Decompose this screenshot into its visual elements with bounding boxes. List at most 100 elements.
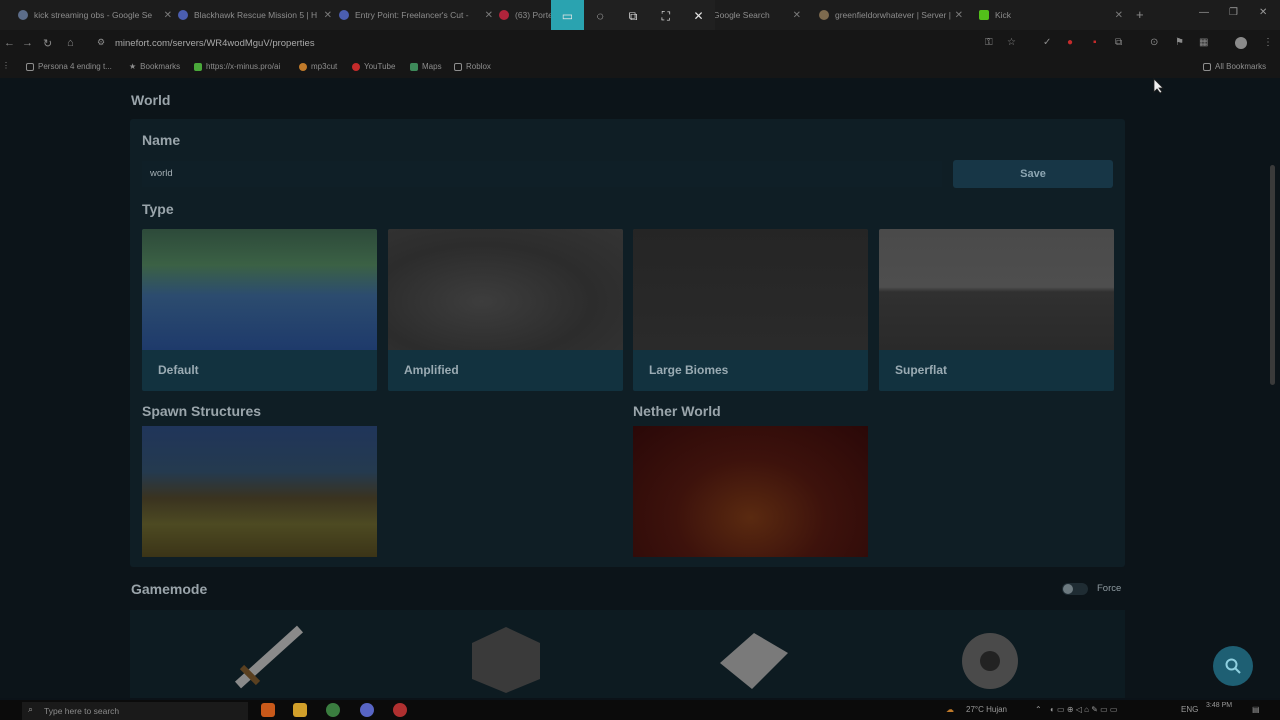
minefort-icon: [819, 10, 829, 20]
window-snip-icon[interactable]: ⧉: [617, 0, 650, 32]
close-tab-icon[interactable]: ✕: [164, 10, 172, 21]
record-extension-icon[interactable]: ●: [1067, 37, 1073, 48]
app-icon[interactable]: [393, 703, 407, 717]
world-name-input[interactable]: world: [142, 161, 942, 187]
bookmark-bookmarks[interactable]: ★ Bookmarks: [129, 62, 180, 71]
nether-world-label: Nether World: [633, 403, 721, 419]
world-type-default[interactable]: Default: [142, 229, 377, 391]
back-icon[interactable]: ←: [4, 37, 15, 49]
reload-icon[interactable]: ↻: [43, 37, 52, 50]
save-button[interactable]: Save: [953, 160, 1113, 188]
block-icon[interactable]: [466, 623, 546, 693]
clock[interactable]: 3:48 PM: [1206, 702, 1232, 709]
bookmark-persona[interactable]: Persona 4 ending t...: [26, 62, 112, 71]
restore-icon[interactable]: ❐: [1229, 7, 1238, 18]
tray-arrow-icon[interactable]: ⌃: [1035, 705, 1042, 714]
spawn-structures-toggle-image[interactable]: [142, 426, 377, 557]
weather-icon: ☁: [946, 705, 954, 714]
extension-icon-2[interactable]: ⚑: [1175, 37, 1184, 48]
bookmark-xminus[interactable]: https://x-minus.pro/ai: [194, 62, 280, 71]
menu-kebab-icon[interactable]: ⋮: [1263, 37, 1273, 48]
weather-text[interactable]: 27°C Hujan: [966, 705, 1007, 714]
notification-icon[interactable]: ▤: [1252, 705, 1260, 714]
close-tab-icon[interactable]: ✕: [793, 10, 801, 21]
all-bookmarks[interactable]: All Bookmarks: [1203, 62, 1266, 71]
default-world-image: [142, 229, 377, 350]
site-icon: [339, 10, 349, 20]
close-snip-icon[interactable]: ✕: [682, 0, 715, 32]
home-icon[interactable]: ⌂: [67, 37, 74, 49]
tab-1[interactable]: kick streaming obs - Google Se ✕: [18, 4, 176, 26]
firefox-icon[interactable]: [261, 703, 275, 717]
language-indicator[interactable]: ENG: [1181, 705, 1198, 714]
tab-3[interactable]: Entry Point: Freelancer's Cut - ✕: [339, 4, 497, 26]
url-field[interactable]: minefort.com/servers/WR4wodMguV/properti…: [115, 38, 315, 49]
large-biomes-image: [633, 229, 868, 350]
close-tab-icon[interactable]: ✕: [485, 10, 493, 21]
mouse-cursor-icon: [1153, 78, 1164, 94]
minimize-icon[interactable]: —: [1199, 7, 1209, 18]
apps-grid-icon[interactable]: ▦: [1199, 37, 1208, 48]
force-gamemode-toggle[interactable]: [1062, 583, 1088, 595]
close-tab-icon[interactable]: ✕: [1115, 10, 1123, 21]
bookmark-maps[interactable]: Maps: [410, 62, 442, 71]
apps-icon[interactable]: ⋮: [2, 61, 10, 70]
tab-6[interactable]: greenfieldorwhatever | Server | ✕: [819, 4, 967, 26]
extension-icon[interactable]: ✓: [1043, 37, 1051, 48]
ender-eye-icon[interactable]: [950, 623, 1030, 693]
folder-icon: [26, 62, 34, 71]
tab-title: kick streaming obs - Google Se: [34, 10, 153, 20]
maps-icon: [410, 62, 418, 71]
youtube-icon: [499, 10, 509, 20]
password-key-icon[interactable]: ⚿: [985, 37, 993, 48]
gamemode-section-title: Gamemode: [131, 581, 208, 597]
file-explorer-icon[interactable]: [293, 703, 307, 717]
bookmark-youtube[interactable]: YouTube: [352, 62, 395, 71]
bookmarks-bar: ⋮ Persona 4 ending t... ★ Bookmarks http…: [0, 56, 1280, 78]
tray-icons[interactable]: ◐ ▭ ⊕ ◁ ⌂ ✎ ▭ ▭: [1050, 705, 1117, 714]
profile-avatar[interactable]: [1235, 37, 1247, 49]
all-bookmarks-label: All Bookmarks: [1215, 62, 1267, 71]
chrome-icon[interactable]: [326, 703, 340, 717]
tab-title: (63) Porte: [515, 10, 551, 20]
fullscreen-snip-icon[interactable]: ⛶: [649, 0, 682, 32]
extensions-puzzle-icon[interactable]: ⧉: [1115, 37, 1122, 48]
bookmark-mp3cut[interactable]: mp3cut: [299, 62, 337, 71]
world-type-large-biomes[interactable]: Large Biomes: [633, 229, 868, 391]
map-icon[interactable]: [712, 623, 792, 693]
world-type-superflat[interactable]: Superflat: [879, 229, 1114, 391]
close-tab-icon[interactable]: ✕: [955, 10, 963, 21]
discord-icon[interactable]: [360, 703, 374, 717]
taskbar-search-input[interactable]: Type here to search: [22, 702, 248, 720]
cast-icon[interactable]: ⊙: [1150, 37, 1158, 48]
tab-title: Kick: [995, 10, 1012, 20]
sword-icon[interactable]: [228, 623, 308, 693]
tab-2[interactable]: Blackhawk Rescue Mission 5 | H ✕: [178, 4, 336, 26]
tab-5[interactable]: Google Search ✕: [713, 4, 805, 26]
site-icon: [178, 10, 188, 20]
close-window-icon[interactable]: ✕: [1259, 7, 1267, 18]
nether-world-toggle-image[interactable]: [633, 426, 868, 557]
amplified-world-image: [388, 229, 623, 350]
folder-icon: [1203, 62, 1211, 71]
tab-title: Google Search: [713, 10, 770, 20]
new-tab-icon[interactable]: +: [1136, 7, 1144, 22]
world-type-amplified[interactable]: Amplified: [388, 229, 623, 391]
tab-4[interactable]: (63) Porte: [499, 4, 551, 26]
roblox-icon: [454, 62, 462, 71]
rectangle-snip-icon[interactable]: ▭: [551, 0, 584, 32]
bookmark-roblox[interactable]: Roblox: [454, 62, 491, 71]
page-scrollbar[interactable]: [1270, 165, 1275, 385]
tab-7[interactable]: Kick ✕: [979, 4, 1127, 26]
world-type-label: Default: [158, 363, 199, 377]
star-icon: ★: [129, 62, 137, 71]
close-tab-icon[interactable]: ✕: [324, 10, 332, 21]
site-info-icon[interactable]: ⚙: [97, 37, 105, 48]
forward-icon[interactable]: →: [22, 37, 33, 49]
type-label: Type: [142, 201, 174, 217]
search-fab-button[interactable]: [1213, 646, 1253, 686]
google-icon: [18, 10, 28, 20]
freeform-snip-icon[interactable]: ◌: [584, 0, 617, 32]
extension-badge-icon[interactable]: ▪: [1093, 37, 1097, 48]
bookmark-star-icon[interactable]: ☆: [1007, 37, 1016, 48]
